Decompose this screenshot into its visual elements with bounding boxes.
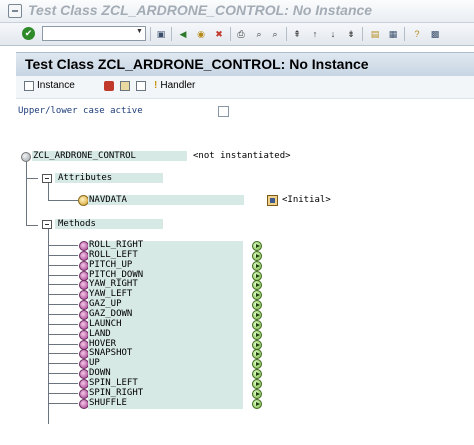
tree-root-value: <not instantiated> <box>193 151 291 161</box>
tree-connector <box>48 304 78 305</box>
tree-row-highlight <box>88 359 243 369</box>
value-detail-icon[interactable] <box>267 195 278 206</box>
execute-method-icon[interactable] <box>252 241 262 251</box>
class-icon <box>21 152 31 162</box>
execute-method-icon[interactable] <box>252 359 262 369</box>
method-name[interactable]: SHUFFLE <box>89 398 127 409</box>
tree-connector <box>48 183 49 200</box>
tree-connector <box>48 403 78 404</box>
class-tree: ZCL_ARDRONE_CONTROL <not instantiated> A… <box>0 0 474 445</box>
execute-method-icon[interactable] <box>252 349 262 359</box>
tree-connector <box>48 373 78 374</box>
attribute-value: <Initial> <box>282 195 331 205</box>
tree-connector <box>48 334 78 335</box>
tree-connector <box>48 344 78 345</box>
tree-connector <box>48 265 78 266</box>
execute-method-icon[interactable] <box>252 399 262 409</box>
tree-connector <box>48 284 78 285</box>
tree-connector <box>48 275 78 276</box>
collapse-icon[interactable] <box>42 174 52 183</box>
tree-connector <box>48 229 49 424</box>
execute-method-icon[interactable] <box>252 300 262 310</box>
tree-connector <box>48 324 78 325</box>
execute-method-icon[interactable] <box>252 280 262 290</box>
tree-connector <box>26 178 38 179</box>
tree-connector <box>48 383 78 384</box>
methods-folder-label[interactable]: Methods <box>58 219 96 230</box>
tree-connector <box>48 294 78 295</box>
attributes-folder-label[interactable]: Attributes <box>58 173 112 184</box>
execute-method-icon[interactable] <box>252 290 262 300</box>
tree-connector <box>48 255 78 256</box>
tree-connector <box>48 393 78 394</box>
tree-root-label[interactable]: ZCL_ARDRONE_CONTROL <box>33 151 136 162</box>
tree-connector <box>48 245 78 246</box>
tree-connector <box>48 200 78 201</box>
execute-method-icon[interactable] <box>252 330 262 340</box>
execute-method-icon[interactable] <box>252 379 262 389</box>
collapse-icon[interactable] <box>42 220 52 229</box>
execute-method-icon[interactable] <box>252 251 262 261</box>
tree-connector <box>26 160 27 226</box>
execute-method-icon[interactable] <box>252 261 262 271</box>
tree-connector <box>48 314 78 315</box>
tree-connector <box>48 363 78 364</box>
tree-connector <box>26 225 38 226</box>
execute-method-icon[interactable] <box>252 369 262 379</box>
execute-method-icon[interactable] <box>252 310 262 320</box>
execute-method-icon[interactable] <box>252 389 262 399</box>
execute-method-icon[interactable] <box>252 320 262 330</box>
attribute-name[interactable]: NAVDATA <box>89 195 127 206</box>
tree-connector <box>48 353 78 354</box>
